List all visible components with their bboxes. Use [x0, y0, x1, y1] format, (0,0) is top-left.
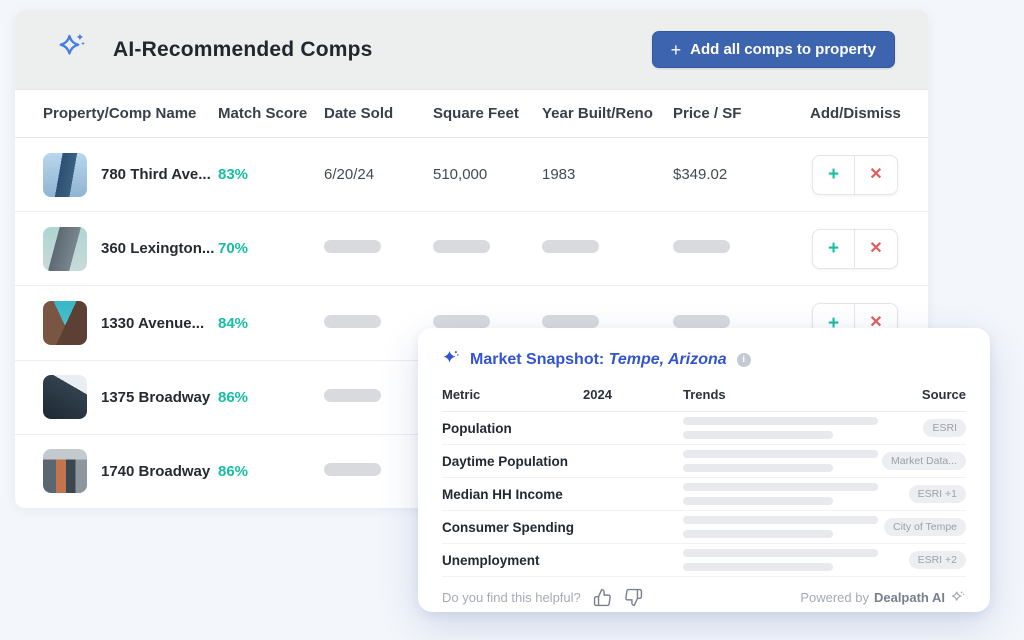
snapshot-row: Unemployment ESRI +2 [442, 544, 966, 577]
loading-placeholder [433, 315, 490, 328]
source-badge[interactable]: Market Data... [882, 452, 966, 470]
thumbs-down-icon[interactable] [624, 588, 643, 607]
trend-placeholder [683, 450, 878, 458]
thumbs-up-icon[interactable] [593, 588, 612, 607]
column-header-year-built: Year Built/Reno [542, 105, 673, 122]
dismiss-comp-button[interactable]: ✕ [855, 230, 897, 268]
loading-placeholder [542, 240, 599, 253]
snapshot-row: Population ESRI [442, 412, 966, 445]
loading-placeholder [673, 315, 730, 328]
loading-placeholder [324, 315, 381, 328]
feedback-prompt: Do you find this helpful? [442, 590, 581, 605]
add-all-comps-button[interactable]: + Add all comps to property [652, 31, 895, 68]
trend-placeholder [683, 497, 833, 505]
property-name[interactable]: 1330 Avenue... [101, 315, 204, 332]
column-header-match-score: Match Score [218, 105, 324, 122]
trend-placeholder [683, 417, 878, 425]
column-header-square-feet: Square Feet [433, 105, 542, 122]
property-name[interactable]: 360 Lexington... [101, 240, 214, 257]
column-header-date-sold: Date Sold [324, 105, 433, 122]
table-row: 360 Lexington... 70% + ✕ [15, 212, 928, 286]
property-name[interactable]: 780 Third Ave... [101, 166, 211, 183]
add-comp-button[interactable]: + [813, 230, 855, 268]
trend-placeholder [683, 483, 878, 491]
metric-label: Median HH Income [442, 487, 583, 502]
snapshot-footer: Do you find this helpful? Powered by Dea… [442, 588, 966, 607]
plus-icon: + [671, 43, 682, 57]
source-badge[interactable]: ESRI +1 [909, 485, 966, 503]
property-thumbnail [43, 375, 87, 419]
dismiss-comp-button[interactable]: ✕ [855, 156, 897, 194]
trend-placeholder [683, 563, 833, 571]
trend-placeholder [683, 549, 878, 557]
add-dismiss-group: + ✕ [812, 155, 898, 195]
trend-placeholder [683, 516, 878, 524]
loading-placeholder [433, 240, 490, 253]
snapshot-row: Consumer Spending City of Tempe [442, 511, 966, 544]
metric-label: Unemployment [442, 553, 583, 568]
match-score: 86% [218, 463, 324, 480]
info-icon[interactable]: i [737, 353, 751, 367]
snap-column-source: Source [922, 387, 966, 402]
match-score: 84% [218, 315, 324, 332]
powered-by: Powered by Dealpath AI [800, 588, 966, 607]
date-sold: 6/20/24 [324, 166, 433, 183]
add-dismiss-group: + ✕ [812, 229, 898, 269]
metric-label: Population [442, 421, 583, 436]
metric-label: Consumer Spending [442, 520, 583, 535]
comps-card-header: AI-Recommended Comps + Add all comps to … [15, 10, 928, 90]
property-thumbnail [43, 301, 87, 345]
source-badge[interactable]: ESRI +2 [909, 551, 966, 569]
property-thumbnail [43, 449, 87, 493]
column-header-price-sf: Price / SF [673, 105, 810, 122]
trend-placeholder [683, 431, 833, 439]
snap-column-metric: Metric [442, 387, 583, 402]
loading-placeholder [324, 389, 381, 402]
snapshot-location: Tempe, Arizona [609, 351, 727, 368]
property-thumbnail [43, 153, 87, 197]
match-score: 86% [218, 389, 324, 406]
loading-placeholder [324, 463, 381, 476]
year-built-reno: 1983 [542, 166, 673, 183]
table-row: 780 Third Ave... 83% 6/20/24 510,000 198… [15, 138, 928, 212]
snapshot-table-header: Metric 2024 Trends Source [442, 387, 966, 412]
loading-placeholder [673, 240, 730, 253]
dealpath-ai-brand: Dealpath AI [874, 590, 945, 605]
snapshot-row: Median HH Income ESRI +1 [442, 478, 966, 511]
square-feet: 510,000 [433, 166, 542, 183]
property-thumbnail [43, 227, 87, 271]
comps-table-header: Property/Comp Name Match Score Date Sold… [15, 90, 928, 138]
snap-column-2024: 2024 [583, 387, 683, 402]
match-score: 70% [218, 240, 324, 257]
source-badge[interactable]: ESRI [923, 419, 966, 437]
market-snapshot-card: Market Snapshot: Tempe, Arizona i Metric… [418, 328, 990, 612]
snapshot-title: Market Snapshot: Tempe, Arizona [470, 351, 727, 369]
loading-placeholder [542, 315, 599, 328]
snap-column-trends: Trends [683, 387, 922, 402]
page-title: AI-Recommended Comps [113, 38, 373, 62]
column-header-property-name: Property/Comp Name [43, 105, 218, 122]
property-name[interactable]: 1740 Broadway [101, 463, 210, 480]
loading-placeholder [324, 240, 381, 253]
snapshot-title-label: Market Snapshot: [470, 351, 604, 368]
add-all-comps-label: Add all comps to property [690, 41, 876, 58]
powered-by-label: Powered by [800, 590, 869, 605]
column-header-add-dismiss: Add/Dismiss [810, 105, 928, 122]
snapshot-row: Daytime Population Market Data... [442, 445, 966, 478]
trend-placeholder [683, 464, 833, 472]
add-comp-button[interactable]: + [813, 156, 855, 194]
metric-label: Daytime Population [442, 454, 583, 469]
sparkle-icon [950, 588, 966, 607]
price-per-sf: $349.02 [673, 166, 810, 183]
match-score: 83% [218, 166, 324, 183]
sparkles-icon [55, 30, 89, 69]
source-badge[interactable]: City of Tempe [884, 518, 966, 536]
property-name[interactable]: 1375 Broadway [101, 389, 210, 406]
trend-placeholder [683, 530, 833, 538]
sparkle-icon [442, 348, 460, 371]
